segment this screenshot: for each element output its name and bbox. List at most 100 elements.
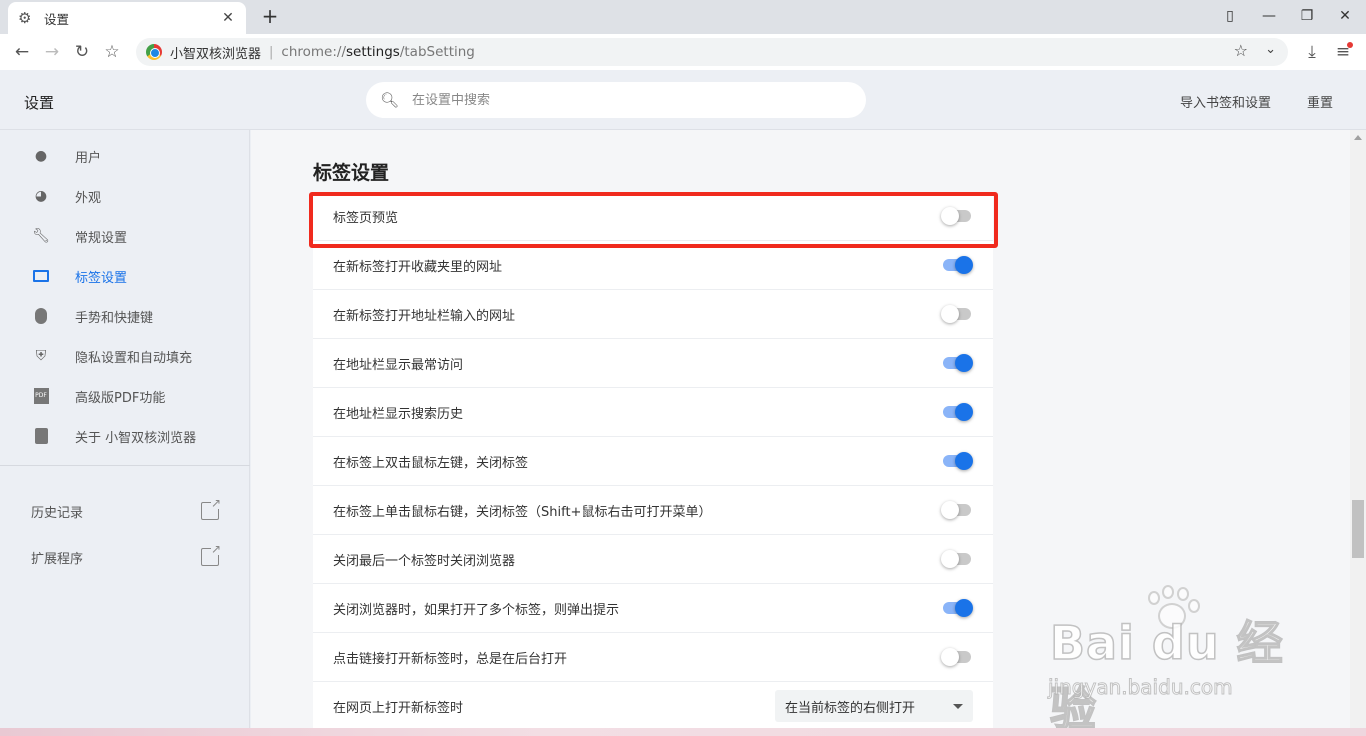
setting-row: 在标签上单击鼠标右键，关闭标签（Shift+鼠标右击可打开菜单） xyxy=(313,486,993,535)
setting-label: 在新标签打开收藏夹里的网址 xyxy=(333,259,503,275)
setting-row: 在网页上打开新标签时 在当前标签的右侧打开 xyxy=(313,682,993,731)
sidebar-divider xyxy=(0,465,250,466)
setting-label: 在标签上单击鼠标右键，关闭标签（Shift+鼠标右击可打开菜单） xyxy=(333,504,712,520)
toggle-knob xyxy=(955,452,973,470)
setting-label: 在新标签打开地址栏输入的网址 xyxy=(333,308,516,324)
shield-icon: ⛨ xyxy=(35,348,47,364)
sidebar-item-label: 隐私设置和自动填充 xyxy=(75,350,193,366)
setting-row: 在新标签打开收藏夹里的网址 xyxy=(313,241,993,290)
sidebar-item-general[interactable]: 🔧︎ 常规设置 xyxy=(0,216,250,256)
select-value: 在当前标签的右侧打开 xyxy=(785,700,916,716)
scroll-up-icon[interactable] xyxy=(1354,135,1362,140)
new-tab-position-select[interactable]: 在当前标签的右侧打开 xyxy=(775,690,973,722)
setting-label: 点击链接打开新标签时，总是在后台打开 xyxy=(333,651,568,667)
sidebar-item-label: 高级版PDF功能 xyxy=(75,390,166,406)
address-separator: | xyxy=(269,44,274,60)
toggle-knob xyxy=(955,599,973,617)
sidebar-item-label: 常规设置 xyxy=(75,230,128,246)
settings-main: 标签设置 标签页预览 在新标签打开收藏夹里的网址 在新标签打开地址栏输入的网址 … xyxy=(251,130,1350,736)
toggle-knob xyxy=(955,403,973,421)
setting-label: 在地址栏显示搜索历史 xyxy=(333,406,464,422)
address-url[interactable]: chrome://settings/tabSetting xyxy=(281,44,474,60)
setting-toggle[interactable] xyxy=(941,353,973,373)
tab-preview-toggle[interactable] xyxy=(941,206,973,226)
url-scheme: chrome:// xyxy=(281,44,346,60)
sidebar-link-label: 扩展程序 xyxy=(31,551,84,567)
setting-label: 标签页预览 xyxy=(333,210,399,226)
chevron-down-icon[interactable]: ⌄ xyxy=(1265,42,1276,57)
setting-toggle[interactable] xyxy=(941,598,973,618)
open-external-icon xyxy=(201,497,221,520)
sidebar-link-label: 历史记录 xyxy=(31,505,84,521)
sidebar-item-about[interactable]: 关于 小智双核浏览器 xyxy=(0,416,250,456)
scrollbar-thumb[interactable] xyxy=(1352,500,1364,558)
setting-toggle[interactable] xyxy=(941,549,973,569)
toggle-knob xyxy=(941,207,959,225)
setting-row: 在标签上双击鼠标左键，关闭标签 xyxy=(313,437,993,486)
address-bar[interactable]: 小智双核浏览器 | chrome://settings/tabSetting ☆… xyxy=(136,38,1288,66)
new-tab-button[interactable]: + xyxy=(260,6,280,26)
import-bookmarks-link[interactable]: 导入书签和设置 xyxy=(1180,92,1271,111)
sidebar-item-privacy[interactable]: ⛨ 隐私设置和自动填充 xyxy=(0,336,250,376)
toggle-knob xyxy=(955,354,973,372)
toggle-knob xyxy=(941,648,959,666)
tab-layout-icon[interactable]: ▯ xyxy=(1220,6,1240,26)
close-window-button[interactable]: ✕ xyxy=(1335,6,1355,26)
page-scrollbar[interactable] xyxy=(1350,130,1366,736)
sidebar-link-history[interactable]: 历史记录 xyxy=(0,496,250,526)
sidebar-item-pdf[interactable]: PDF 高级版PDF功能 xyxy=(0,376,250,416)
browser-toolbar: ← → ↻ ☆ 小智双核浏览器 | chrome://settings/tabS… xyxy=(0,34,1366,70)
bookmark-star-icon[interactable]: ☆ xyxy=(100,40,124,64)
browser-tab-settings[interactable]: ⚙ 设置 ✕ xyxy=(8,2,246,34)
sidebar-item-tabs[interactable]: 标签设置 xyxy=(0,256,250,296)
sidebar-item-users[interactable]: ● 用户 xyxy=(0,136,250,176)
tab-strip: ⚙ 设置 ✕ + ▯ — ❐ ✕ xyxy=(0,0,1366,34)
restore-button[interactable]: ❐ xyxy=(1297,6,1317,26)
favorite-star-icon[interactable]: ☆ xyxy=(1234,41,1248,60)
tab-icon xyxy=(32,267,50,285)
setting-toggle[interactable] xyxy=(941,255,973,275)
url-host: settings xyxy=(346,44,400,60)
sidebar-link-extensions[interactable]: 扩展程序 xyxy=(0,542,250,572)
setting-row: 点击链接打开新标签时，总是在后台打开 xyxy=(313,633,993,682)
download-icon[interactable]: ⤓ xyxy=(1300,40,1324,64)
setting-row: 在地址栏显示搜索历史 xyxy=(313,388,993,437)
sidebar-item-label: 标签设置 xyxy=(75,270,128,286)
sidebar-item-label: 手势和快捷键 xyxy=(75,310,154,326)
minimize-button[interactable]: — xyxy=(1259,6,1279,26)
setting-toggle[interactable] xyxy=(941,402,973,422)
setting-toggle[interactable] xyxy=(941,304,973,324)
setting-toggle[interactable] xyxy=(941,647,973,667)
setting-row: 关闭浏览器时，如果打开了多个标签，则弹出提示 xyxy=(313,584,993,633)
search-input[interactable] xyxy=(412,92,832,108)
setting-toggle[interactable] xyxy=(941,451,973,471)
reset-link[interactable]: 重置 xyxy=(1307,92,1333,111)
toggle-knob xyxy=(955,256,973,274)
setting-row: 在地址栏显示最常访问 xyxy=(313,339,993,388)
sidebar-item-gestures[interactable]: 手势和快捷键 xyxy=(0,296,250,336)
setting-label: 关闭浏览器时，如果打开了多个标签，则弹出提示 xyxy=(333,602,620,618)
settings-search[interactable]: 🔍︎ xyxy=(366,82,866,118)
pdf-icon: PDF xyxy=(32,387,50,405)
settings-header: 设置 🔍︎ 导入书签和设置 重置 xyxy=(0,70,1366,130)
setting-label: 在网页上打开新标签时 xyxy=(333,700,464,716)
tab-settings-card: 标签页预览 在新标签打开收藏夹里的网址 在新标签打开地址栏输入的网址 在地址栏显… xyxy=(313,192,993,731)
caret-down-icon xyxy=(953,704,963,709)
sidebar-item-label: 关于 小智双核浏览器 xyxy=(75,430,197,446)
reload-icon[interactable]: ↻ xyxy=(70,40,94,64)
notification-dot xyxy=(1347,42,1353,48)
setting-toggle[interactable] xyxy=(941,500,973,520)
toggle-knob xyxy=(941,305,959,323)
settings-sidebar: ● 用户 ◕ 外观 🔧︎ 常规设置 标签设置 手势和快捷键 ⛨ 隐私设置和自动填… xyxy=(0,130,250,736)
back-arrow-icon[interactable]: ← xyxy=(10,40,34,64)
gear-icon: ⚙ xyxy=(18,9,32,27)
sidebar-item-label: 外观 xyxy=(75,190,102,206)
menu-icon[interactable]: ≡ xyxy=(1331,40,1355,64)
browser-logo-icon xyxy=(146,44,162,60)
tab-close-icon[interactable]: ✕ xyxy=(220,10,236,26)
taskbar-strip xyxy=(0,728,1366,736)
sidebar-item-appearance[interactable]: ◕ 外观 xyxy=(0,176,250,216)
setting-label: 在标签上双击鼠标左键，关闭标签 xyxy=(333,455,529,471)
sidebar-item-label: 用户 xyxy=(75,150,102,166)
forward-arrow-icon[interactable]: → xyxy=(40,40,64,64)
